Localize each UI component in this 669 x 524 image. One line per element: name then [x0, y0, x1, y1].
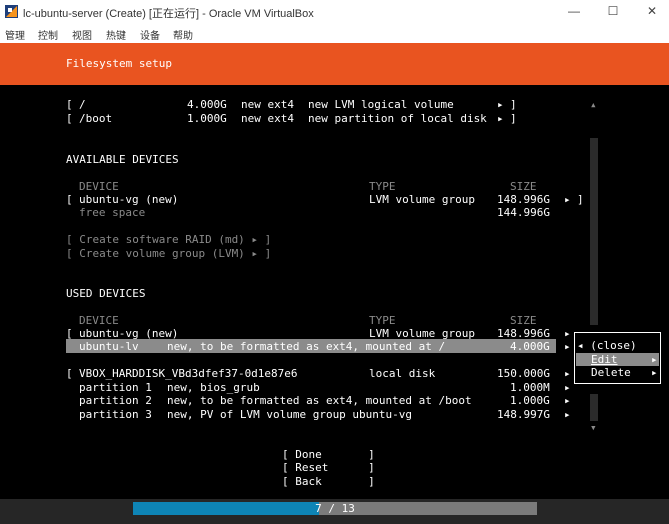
row-arrow-icon: ▸	[564, 381, 571, 394]
col-device-header: DEVICE	[79, 180, 119, 193]
col-device-header: DEVICE	[79, 314, 119, 327]
disk-name: VBOX_HARDDISK_VBd3dfef37-0d1e87e6	[79, 367, 298, 380]
scroll-down-icon[interactable]: ▾	[590, 421, 597, 434]
installer-header: Filesystem setup	[0, 43, 669, 85]
bracket-open: [	[66, 98, 73, 111]
bracket-open: [	[66, 112, 73, 125]
row-arrow-icon: ▸	[564, 327, 571, 340]
bracket-close: ]	[510, 112, 517, 125]
window-title: lc-ubuntu-server (Create) [正在运行] - Oracl…	[23, 8, 314, 20]
scrollbar-lower[interactable]	[590, 394, 598, 421]
disk-type: local disk	[369, 367, 436, 380]
create-raid-button[interactable]: [ Create software RAID (md) ▸ ]	[66, 233, 271, 246]
menu-item-devices[interactable]: 设备	[140, 27, 160, 42]
col-type-header: TYPE	[369, 180, 396, 193]
menu-item-manage[interactable]: 管理	[5, 27, 25, 42]
menu-item-help[interactable]: 帮助	[173, 27, 193, 42]
mount-path: /	[79, 98, 86, 111]
mount-size: 1.000G	[187, 112, 227, 125]
col-type-header: TYPE	[369, 314, 396, 327]
virtualbox-icon	[5, 5, 18, 18]
menu-item-view[interactable]: 视图	[72, 27, 92, 42]
install-progress-bar: 7 / 13	[133, 502, 537, 515]
row-arrow-icon: ▸	[564, 394, 571, 407]
mount-format: new ext4	[241, 112, 294, 125]
progress-text: 7 / 13	[315, 502, 355, 515]
menu-edit-item[interactable]: Edit	[591, 353, 618, 366]
create-volume-group-button[interactable]: [ Create volume group (LVM) ▸ ]	[66, 247, 271, 260]
installer-screen: [ / 4.000G new ext4 new LVM logical volu…	[0, 85, 669, 499]
row-arrow-icon: ▸	[564, 408, 571, 421]
mount-path: /boot	[79, 112, 113, 125]
lv-name: ubuntu-lv	[79, 340, 139, 353]
partition-desc: new, to be formatted as ext4, mounted at…	[167, 394, 472, 407]
submenu-arrow-icon: ▸	[651, 353, 658, 366]
disk-size: 150.000G	[497, 367, 550, 380]
col-size-header: SIZE	[510, 314, 537, 327]
available-devices-heading: AVAILABLE DEVICES	[66, 153, 179, 166]
partition-desc: new, PV of LVM volume group ubuntu-vg	[167, 408, 413, 421]
row-arrow-icon: ▸	[564, 367, 571, 380]
mount-format: new ext4	[241, 98, 294, 111]
submenu-arrow-icon: ▸	[651, 366, 658, 379]
device-action-menu: ◂ (close) Edit ▸ Delete ▸	[574, 332, 661, 384]
menu-selection-highlight	[576, 353, 659, 366]
partition-desc: new, bios_grub	[167, 381, 260, 394]
mount-size: 4.000G	[187, 98, 227, 111]
partition-name: partition 2	[79, 394, 152, 407]
partition-size: 148.997G	[497, 408, 550, 421]
mount-desc: new LVM logical volume	[308, 98, 454, 111]
row-arrow-icon: ▸	[497, 98, 504, 111]
free-space-size: 144.996G	[497, 206, 550, 219]
partition-name: partition 3	[79, 408, 152, 421]
window-titlebar: lc-ubuntu-server (Create) [正在运行] - Oracl…	[0, 0, 669, 23]
menu-item-hotkeys[interactable]: 热键	[106, 27, 126, 42]
done-button[interactable]: [ Done ]	[282, 448, 375, 461]
used-devices-heading: USED DEVICES	[66, 287, 146, 300]
row-arrow-icon: ▸	[497, 112, 504, 125]
col-size-header: SIZE	[510, 180, 537, 193]
partition-size: 1.000G	[510, 394, 550, 407]
bracket-open: [	[66, 367, 73, 380]
bracket-close: ]	[510, 98, 517, 111]
minimize-button[interactable]: —	[560, 2, 588, 20]
menu-close-item[interactable]: ◂ (close)	[577, 339, 637, 352]
scrollbar-thumb[interactable]	[590, 138, 598, 325]
bracket-open: [	[66, 193, 73, 206]
page-title: Filesystem setup	[66, 57, 172, 70]
free-space-label: free space	[79, 206, 146, 219]
partition-name: partition 1	[79, 381, 152, 394]
reset-button[interactable]: [ Reset ]	[282, 461, 375, 474]
maximize-button[interactable]: ☐	[599, 2, 627, 20]
device-size: 148.996G	[497, 193, 550, 206]
mount-desc: new partition of local disk	[308, 112, 487, 125]
row-arrow-icon: ▸	[564, 193, 571, 206]
device-type: LVM volume group	[369, 193, 475, 206]
scroll-up-icon[interactable]: ▴	[590, 98, 597, 111]
menu-bar: 管理 控制 视图 热键 设备 帮助	[0, 23, 669, 43]
close-button[interactable]: ✕	[638, 2, 666, 20]
back-button[interactable]: [ Back ]	[282, 475, 375, 488]
menu-item-control[interactable]: 控制	[38, 27, 58, 42]
lv-size: 4.000G	[510, 340, 550, 353]
device-name: ubuntu-vg (new)	[79, 193, 179, 206]
lv-desc: new, to be formatted as ext4, mounted at…	[167, 340, 446, 353]
menu-delete-item[interactable]: Delete	[591, 366, 631, 379]
partition-size: 1.000M	[510, 381, 550, 394]
row-arrow-icon: ▸	[564, 340, 571, 353]
bracket-close: ]	[577, 193, 584, 206]
